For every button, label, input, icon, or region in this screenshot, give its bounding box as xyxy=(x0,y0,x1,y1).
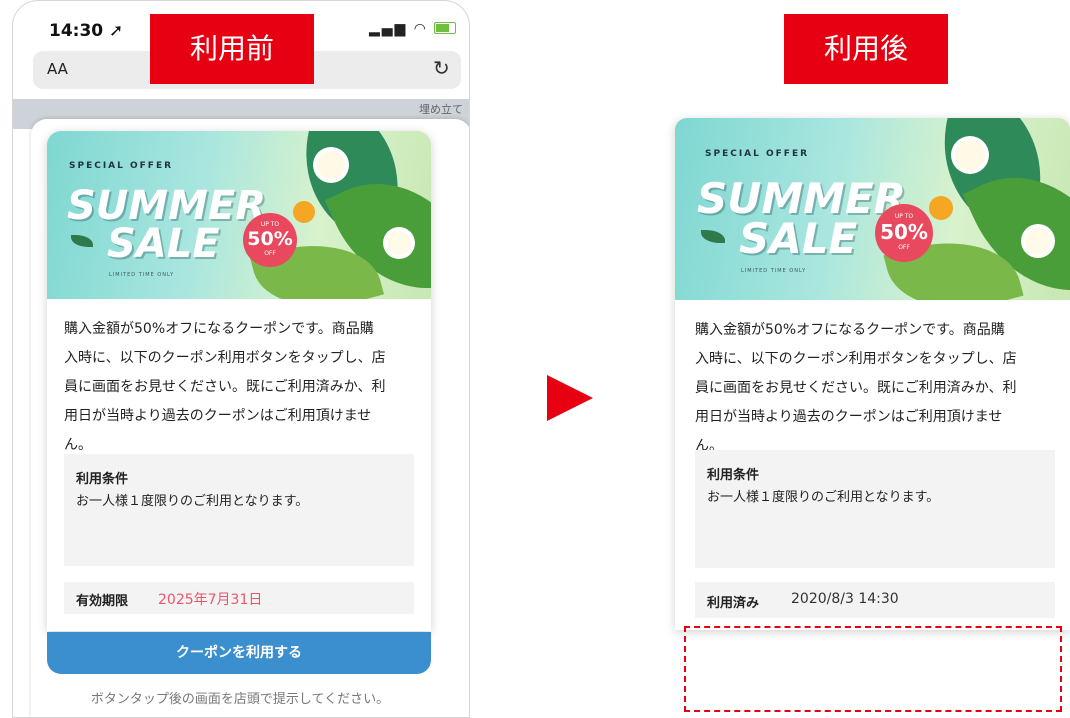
coupon-banner: SPECIAL OFFER SUMMER SALE LIMITED TIME O… xyxy=(47,131,431,299)
used-label: 利用済み xyxy=(707,596,760,611)
condition-text: お一人様１度限りのご利用となります。 xyxy=(76,494,309,509)
condition-box: 利用条件 お一人様１度限りのご利用となります。 xyxy=(695,450,1055,568)
label-before: 利用前 xyxy=(150,14,314,84)
label-after: 利用後 xyxy=(784,14,948,84)
condition-text: お一人様１度限りのご利用となります。 xyxy=(707,490,940,505)
status-icons: ▂▄▆ ◠ xyxy=(369,21,457,37)
coupon-description: 購入金額が50%オフになるクーポンです。商品購 入時に、以下のクーポン利用ボタン… xyxy=(64,321,386,453)
status-time: 14:30 ➚ xyxy=(49,21,124,41)
used-box: 利用済み 2020/8/3 14:30 xyxy=(695,582,1055,618)
removed-button-area xyxy=(684,626,1062,712)
text-size-button[interactable]: AA xyxy=(47,60,68,78)
expiry-box: 有効期限 2025年7月31日 xyxy=(64,582,414,614)
flower-icon xyxy=(293,201,315,223)
battery-icon xyxy=(434,22,457,34)
flower-icon xyxy=(317,151,345,179)
condition-title: 利用条件 xyxy=(76,472,129,487)
special-offer-text: SPECIAL OFFER xyxy=(705,149,810,159)
special-offer-text: SPECIAL OFFER xyxy=(69,161,174,171)
limited-time-text: LIMITED TIME ONLY xyxy=(741,268,807,274)
discount-badge: UP TO 50% OFF xyxy=(243,213,297,267)
coupon-banner: SPECIAL OFFER SUMMER SALE LIMITED TIME O… xyxy=(675,118,1070,300)
coupon-card-after: SPECIAL OFFER SUMMER SALE LIMITED TIME O… xyxy=(675,118,1070,630)
use-coupon-button[interactable]: クーポンを利用する xyxy=(47,632,431,674)
instruction-hint: ボタンタップ後の画面を店頭で提示してください。 xyxy=(90,692,390,707)
limited-time-text: LIMITED TIME ONLY xyxy=(109,272,175,278)
map-label: 埋め立て xyxy=(419,103,463,116)
arrow-right-icon xyxy=(547,375,593,421)
leaf-icon xyxy=(71,235,93,247)
sale-text: SALE xyxy=(739,214,858,263)
flower-icon xyxy=(387,231,411,255)
expiry-label: 有効期限 xyxy=(76,594,129,609)
expiry-date: 2025年7月31日 xyxy=(158,592,263,608)
leaf-icon xyxy=(701,230,725,243)
flower-icon xyxy=(955,140,985,170)
condition-title: 利用条件 xyxy=(707,468,760,483)
sale-text: SALE xyxy=(107,221,220,267)
used-datetime: 2020/8/3 14:30 xyxy=(791,591,899,607)
condition-box: 利用条件 お一人様１度限りのご利用となります。 xyxy=(64,454,414,566)
reload-icon[interactable]: ↻ xyxy=(433,56,450,80)
discount-badge: UP TO 50% OFF xyxy=(875,204,933,262)
flower-icon xyxy=(1025,228,1051,254)
discount-percent: 50% xyxy=(880,220,928,244)
coupon-card-before: SPECIAL OFFER SUMMER SALE LIMITED TIME O… xyxy=(47,131,431,631)
discount-percent: 50% xyxy=(247,228,293,250)
coupon-description: 購入金額が50%オフになるクーポンです。商品購 入時に、以下のクーポン利用ボタン… xyxy=(695,322,1017,454)
